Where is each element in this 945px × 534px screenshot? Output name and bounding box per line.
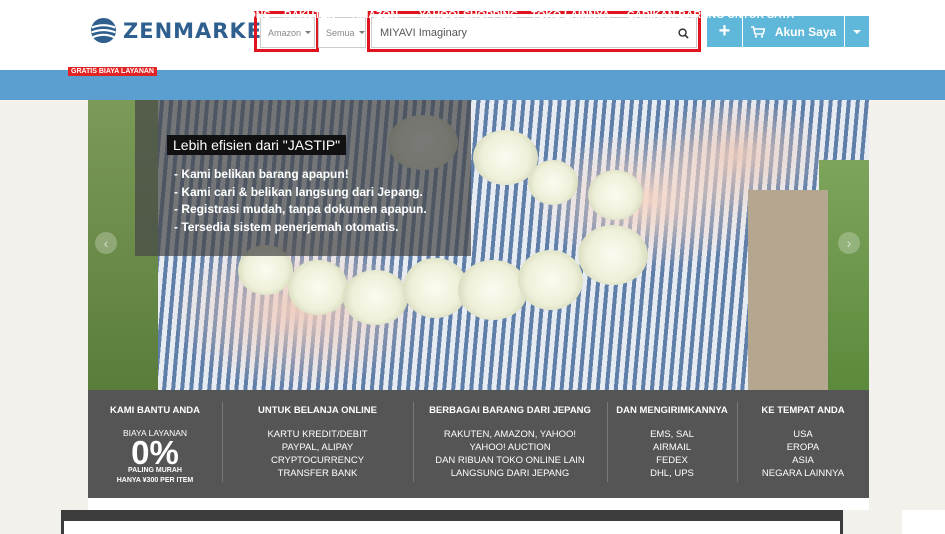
- category-select-value: Semua: [326, 27, 355, 38]
- store-select-value: Amazon: [268, 27, 302, 38]
- feature-col-goods: BERBAGAI BARANG DARI JEPANG RAKUTEN, AMA…: [413, 390, 607, 498]
- logo[interactable]: ZENMARKET: [90, 17, 277, 44]
- chevron-down-icon: [358, 31, 365, 34]
- feature-line: AIRMAIL: [652, 442, 691, 453]
- nav-item-yahoo-auctions[interactable]: YAHOO! AUCTIONS: [172, 9, 270, 21]
- hero-title: Lebih efisien dari "JASTIP": [167, 135, 347, 155]
- feature-lines: RAKUTEN, AMAZON, YAHOO! YAHOO! AUCTION D…: [413, 428, 607, 480]
- feature-line: USA: [793, 429, 813, 440]
- feature-col-destination: KE TEMPAT ANDA USA EROPA ASIA NEGARA LAI…: [737, 390, 869, 498]
- features-strip: KAMI BANTU ANDA BIAYA LAYANAN 0% PALING …: [88, 390, 869, 498]
- fee-note-line: PALING MURAH: [128, 467, 182, 474]
- flower: [528, 160, 578, 205]
- feature-col-payment: UNTUK BELANJA ONLINE KARTU KREDIT/DEBIT …: [222, 390, 413, 498]
- feature-line: KARTU KREDIT/DEBIT: [267, 429, 368, 440]
- feature-line: RAKUTEN, AMAZON, YAHOO!: [443, 429, 577, 440]
- free-fee-badge: GRATIS BIAYA LAYANAN: [68, 67, 157, 76]
- feature-col-shipping: DAN MENGIRIMKANNYA EMS, SAL AIRMAIL FEDE…: [607, 390, 737, 498]
- hero-point: - Registrasi mudah, tanpa dokumen apapun…: [174, 202, 427, 216]
- carousel-next-button[interactable]: ›: [838, 232, 860, 254]
- nav-item-amazon[interactable]: AMAZON: [352, 9, 398, 21]
- nav-item-find-for-me[interactable]: CARIKAN BARANG UNTUK SAYA: [627, 9, 794, 21]
- feature-line: EROPA: [786, 442, 820, 453]
- section-spacer: [88, 498, 869, 510]
- flower: [343, 270, 408, 325]
- feature-line: CRYPTOCURRENCY: [270, 455, 365, 466]
- search-icon: [677, 27, 689, 39]
- search-button[interactable]: [672, 22, 694, 44]
- globe-icon: [90, 17, 117, 44]
- flower: [518, 250, 583, 310]
- carousel-prev-button[interactable]: ‹: [95, 232, 117, 254]
- hero-point: - Kami cari & belikan langsung dari Jepa…: [174, 184, 423, 199]
- chevron-left-icon: ‹: [103, 235, 109, 251]
- feature-line: ASIA: [792, 455, 814, 466]
- feature-line: DAN RIBUAN TOKO ONLINE LAIN: [435, 455, 585, 466]
- nav-item-other-stores[interactable]: TOKO LAINNYA: [531, 9, 610, 21]
- flower: [458, 260, 528, 320]
- feature-line: NEGARA LAINNYA: [761, 468, 845, 479]
- chevron-down-icon: [305, 31, 312, 34]
- feature-heading: UNTUK BELANJA ONLINE: [258, 405, 377, 416]
- feature-col-help: KAMI BANTU ANDA BIAYA LAYANAN 0% PALING …: [88, 390, 222, 498]
- hero-point: - Tersedia sistem penerjemah otomatis.: [174, 219, 399, 234]
- feature-line: PAYPAL, ALIPAY: [281, 442, 354, 453]
- feature-heading: KE TEMPAT ANDA: [761, 405, 845, 416]
- hero-points: - Kami belikan barang apapun! - Kami car…: [174, 166, 427, 236]
- hero-point: - Kami belikan barang apapun!: [174, 167, 349, 181]
- chevron-down-icon: [853, 29, 861, 34]
- nav-item-zenplus[interactable]: ZENPLUS: [108, 9, 157, 21]
- flower: [578, 225, 648, 285]
- feature-lines: KARTU KREDIT/DEBIT PAYPAL, ALIPAY CRYPTO…: [222, 428, 413, 480]
- fee-note-line: HANYA ¥300 PER ITEM: [116, 477, 194, 484]
- cart-icon: [750, 25, 765, 38]
- nav-item-rakuten[interactable]: RAKUTEN: [284, 9, 335, 21]
- flower: [288, 260, 348, 315]
- feature-lines: USA EROPA ASIA NEGARA LAINNYA: [737, 428, 869, 480]
- account-dropdown-button[interactable]: [845, 16, 869, 47]
- category-select[interactable]: Semua: [318, 17, 366, 48]
- content-section: [64, 521, 840, 534]
- hero-background: [748, 190, 828, 390]
- side-widget: [902, 510, 945, 534]
- store-select[interactable]: Amazon: [260, 17, 315, 48]
- feature-heading: DAN MENGIRIMKANNYA: [616, 405, 728, 416]
- plus-icon: +: [718, 20, 731, 42]
- account-label: Akun Saya: [774, 24, 837, 39]
- feature-line: EMS, SAL: [650, 429, 694, 440]
- feature-line: DHL, UPS: [650, 468, 694, 479]
- fee-note: PALING MURAH HANYA ¥300 PER ITEM: [88, 466, 222, 486]
- chevron-right-icon: ›: [846, 235, 852, 251]
- feature-line: TRANSFER BANK: [277, 468, 358, 479]
- feature-heading: KAMI BANTU ANDA: [110, 405, 200, 416]
- nav-item-yahoo-shopping[interactable]: YAHOO! SHOPPING: [419, 9, 518, 21]
- feature-lines: EMS, SAL AIRMAIL FEDEX DHL, UPS: [607, 428, 737, 480]
- search-input[interactable]: [371, 17, 697, 48]
- feature-line: LANGSUNG DARI JEPANG: [450, 468, 570, 479]
- feature-heading: BERBAGAI BARANG DARI JEPANG: [429, 405, 591, 416]
- feature-line: FEDEX: [656, 455, 688, 466]
- flower: [588, 170, 643, 220]
- feature-line: YAHOO! AUCTION: [469, 442, 551, 453]
